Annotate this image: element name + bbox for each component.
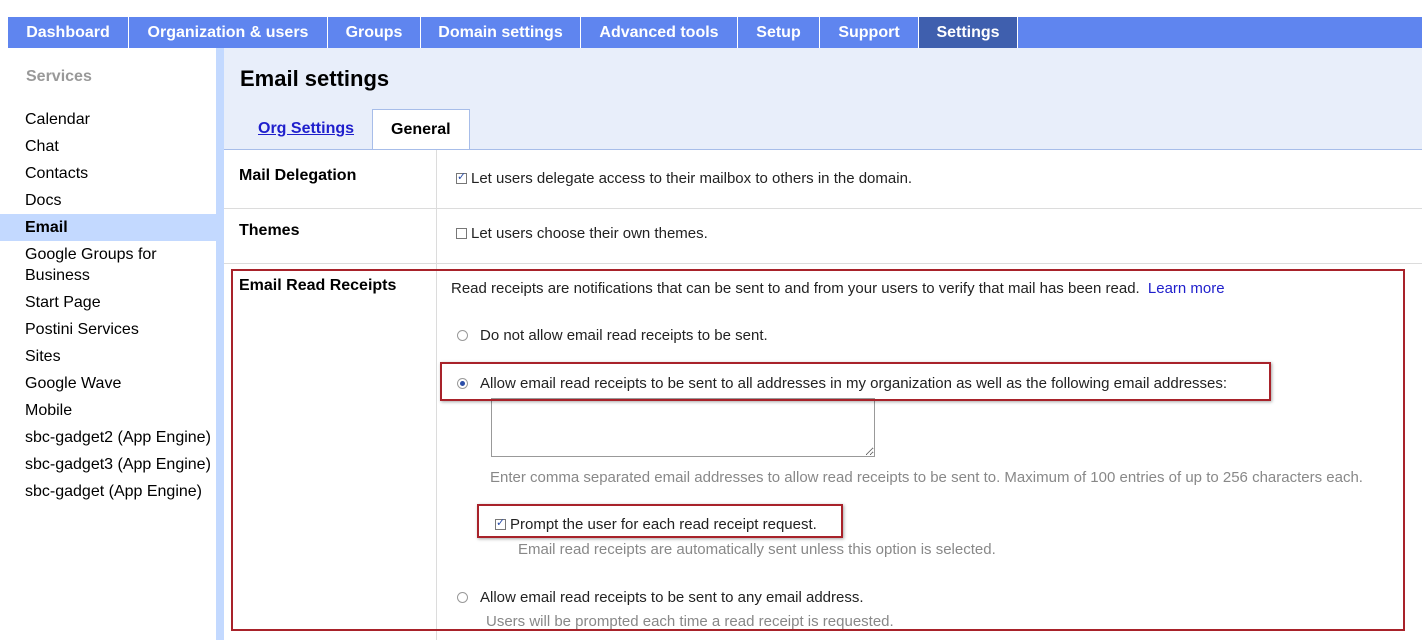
sidebar-item-calendar[interactable]: Calendar: [0, 106, 216, 133]
learn-more-link[interactable]: Learn more: [1148, 280, 1225, 297]
option-org-read-receipts: Allow email read receipts to be sent to …: [480, 375, 1228, 392]
themes-option: Let users choose their own themes.: [471, 225, 708, 242]
sidebar-item-chat[interactable]: Chat: [0, 133, 216, 160]
nav-tab-setup[interactable]: Setup: [738, 17, 820, 48]
nav-tab-advanced-tools[interactable]: Advanced tools: [581, 17, 738, 48]
sidebar-items: Calendar Chat Contacts Docs Email Google…: [0, 106, 216, 505]
read-receipts-description: Read receipts are notifications that can…: [451, 280, 1225, 297]
sidebar-item-google-groups[interactable]: Google Groups for Business: [0, 241, 216, 289]
top-navigation: Dashboard Organization & users Groups Do…: [8, 17, 1422, 48]
mail-delegation-label: Mail Delegation: [239, 167, 357, 184]
tab-org-settings[interactable]: Org Settings: [240, 109, 372, 149]
sidebar-item-label: Google Groups for: [25, 246, 157, 263]
prompt-user-label: Prompt the user for each read receipt re…: [510, 516, 817, 533]
settings-tabs: Org Settings General: [240, 109, 470, 150]
page-header: Email settings Org Settings General: [224, 48, 1422, 150]
nav-tab-organization-users[interactable]: Organization & users: [129, 17, 328, 48]
sidebar-item-sbc-gadget3[interactable]: sbc-gadget3 (App Engine): [0, 451, 216, 478]
tab-general[interactable]: General: [372, 109, 470, 150]
radio-no-read-receipts[interactable]: [457, 330, 468, 341]
nav-tab-settings[interactable]: Settings: [919, 17, 1018, 48]
radio-org-read-receipts[interactable]: [457, 378, 468, 389]
sidebar-item-sites[interactable]: Sites: [0, 343, 216, 370]
radio-any-read-receipts[interactable]: [457, 592, 468, 603]
prompt-user-help: Email read receipts are automatically se…: [518, 541, 996, 558]
sidebar-item-email[interactable]: Email: [0, 214, 216, 241]
sidebar-item-mobile[interactable]: Mobile: [0, 397, 216, 424]
nav-tab-dashboard[interactable]: Dashboard: [8, 17, 129, 48]
sidebar-item-google-wave[interactable]: Google Wave: [0, 370, 216, 397]
sidebar-item-contacts[interactable]: Contacts: [0, 160, 216, 187]
sidebar-title: Services: [26, 68, 92, 85]
nav-filler: [1018, 17, 1422, 48]
sidebar-item-docs[interactable]: Docs: [0, 187, 216, 214]
sidebar: Services Calendar Chat Contacts Docs Ema…: [0, 48, 216, 640]
page-title: Email settings: [240, 66, 390, 91]
sidebar-divider: [216, 48, 224, 640]
option-no-read-receipts: Do not allow email read receipts to be s…: [480, 327, 768, 344]
sidebar-item-postini[interactable]: Postini Services: [0, 316, 216, 343]
option-any-help: Users will be prompted each time a read …: [486, 613, 894, 630]
mail-delegation-option: Let users delegate access to their mailb…: [471, 170, 913, 187]
email-addresses-textarea[interactable]: [491, 398, 875, 457]
row-separator: [224, 263, 1422, 264]
row-separator: [224, 208, 1422, 209]
sidebar-item-sbc-gadget2[interactable]: sbc-gadget2 (App Engine): [0, 424, 216, 451]
nav-tab-support[interactable]: Support: [820, 17, 919, 48]
nav-tab-groups[interactable]: Groups: [328, 17, 421, 48]
nav-tab-domain-settings[interactable]: Domain settings: [421, 17, 581, 48]
read-receipts-description-text: Read receipts are notifications that can…: [451, 280, 1140, 297]
sidebar-item-start-page[interactable]: Start Page: [0, 289, 216, 316]
read-receipts-label: Email Read Receipts: [239, 277, 397, 294]
sidebar-item-label-line2: Business: [25, 267, 90, 284]
email-addresses-help: Enter comma separated email addresses to…: [490, 469, 1363, 486]
column-divider: [436, 150, 437, 640]
mail-delegation-checkbox[interactable]: [456, 170, 467, 184]
themes-checkbox[interactable]: [456, 228, 467, 239]
sidebar-item-sbc-gadget[interactable]: sbc-gadget (App Engine): [0, 478, 216, 505]
prompt-user-checkbox[interactable]: [495, 516, 506, 530]
option-any-read-receipts: Allow email read receipts to be sent to …: [480, 589, 864, 606]
settings-content: Mail Delegation Let users delegate acces…: [224, 150, 1422, 640]
themes-label: Themes: [239, 222, 300, 239]
